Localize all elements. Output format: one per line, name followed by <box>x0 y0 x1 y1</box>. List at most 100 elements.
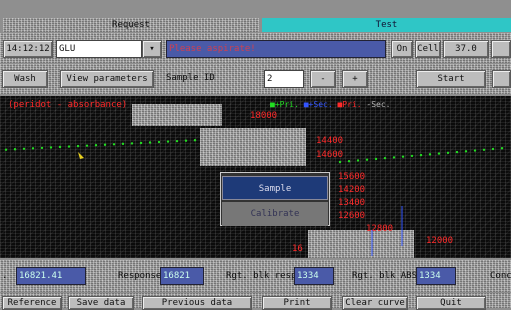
conc-label: Conc <box>490 268 511 284</box>
data-point <box>338 160 342 164</box>
data-point <box>157 140 161 144</box>
data-point <box>437 152 441 155</box>
data-point <box>193 139 197 142</box>
response-value-field: 16821 <box>160 267 204 285</box>
message-field: Please aspirate! <box>166 40 386 58</box>
wash-label: Wash <box>14 74 36 84</box>
increment-button[interactable]: + <box>342 70 368 88</box>
temperature-button[interactable] <box>491 40 511 58</box>
test-name-text: GLU <box>59 44 76 54</box>
data-point <box>67 145 71 148</box>
tab-test-label: Test <box>375 20 398 30</box>
print-label: Print <box>283 298 311 308</box>
start-label: Start <box>437 74 465 84</box>
plus-icon: + <box>352 74 358 84</box>
primary-series-points <box>4 139 504 164</box>
data-point <box>76 144 80 148</box>
tab-request[interactable]: Request <box>3 18 259 32</box>
on-button[interactable]: On <box>391 40 413 58</box>
rgt-blk-resp-label-text: Rgt. blk resp <box>226 271 297 281</box>
data-point <box>175 139 179 143</box>
minus-icon: - <box>320 74 326 84</box>
data-point <box>184 139 188 142</box>
data-point <box>22 147 26 150</box>
clear-curve-label: Clear curve <box>345 298 405 308</box>
tab-request-label: Request <box>112 20 150 30</box>
data-point <box>166 140 170 143</box>
test-dropdown-button[interactable]: ▾ <box>142 40 162 58</box>
view-parameters-label: View parameters <box>66 74 148 84</box>
data-point <box>428 153 432 156</box>
sample-id-label: Sample ID <box>166 70 226 88</box>
menu-item-calibrate-label: Calibrate <box>250 209 300 219</box>
data-point <box>401 155 405 158</box>
temperature-display: 37.0 <box>443 40 489 58</box>
chevron-down-icon: ▾ <box>149 44 155 54</box>
rgt-blk-resp-value: 1334 <box>297 271 319 281</box>
response-label: Response <box>118 268 161 284</box>
data-point <box>392 156 396 159</box>
cursor-marker-icon <box>78 152 84 159</box>
tab-test[interactable]: Test <box>262 18 511 32</box>
data-point <box>31 147 35 150</box>
conc-label-text: Conc <box>490 271 511 281</box>
absorbance-value: 16821.41 <box>19 271 63 281</box>
cell-button[interactable]: Cell <box>415 40 441 58</box>
rgt-blk-resp-field: 1334 <box>294 267 334 285</box>
data-point <box>419 153 423 157</box>
data-point <box>13 148 17 151</box>
menu-item-sample[interactable]: Sample <box>222 176 328 200</box>
reference-label: Reference <box>7 298 57 308</box>
rgt-blk-abs-field: 1334 <box>416 267 456 285</box>
rgt-blk-abs-label-text: Rgt. blk ABS <box>352 271 418 281</box>
data-point <box>446 151 450 155</box>
data-point <box>356 159 360 162</box>
data-point <box>410 154 414 158</box>
time-text: 14:12:12 <box>6 44 50 54</box>
decrement-button[interactable]: - <box>310 70 336 88</box>
wash-button[interactable]: Wash <box>2 70 48 88</box>
status-prefix: . <box>2 271 8 281</box>
test-name-field[interactable]: GLU <box>56 40 142 58</box>
data-point <box>112 143 116 146</box>
on-label: On <box>396 44 408 54</box>
absorbance-value-field: 16821.41 <box>16 267 86 285</box>
sample-id-label-text: Sample ID <box>166 73 215 83</box>
data-point <box>121 142 125 146</box>
toolbar-extra-button[interactable] <box>492 70 511 88</box>
menu-item-calibrate[interactable]: Calibrate <box>222 202 328 226</box>
data-point <box>473 149 477 152</box>
response-value: 16821 <box>163 271 191 281</box>
time-display: 14:12:12 <box>3 40 53 58</box>
data-point <box>49 146 53 149</box>
save-data-label: Save data <box>76 298 126 308</box>
data-point <box>85 144 89 147</box>
message-text: Please aspirate! <box>169 44 256 54</box>
data-point <box>383 156 387 160</box>
data-point <box>374 157 378 161</box>
data-point <box>347 160 351 163</box>
rgt-blk-abs-label: Rgt. blk ABS <box>352 268 417 284</box>
response-label-text: Response <box>118 271 162 281</box>
menu-item-sample-label: Sample <box>258 184 292 194</box>
data-point <box>365 158 369 161</box>
sample-id-value: 2 <box>267 74 273 84</box>
temperature-text: 37.0 <box>455 44 477 54</box>
rgt-blk-abs-value: 1334 <box>419 271 441 281</box>
sample-id-input[interactable]: 2 <box>264 70 304 88</box>
data-point <box>4 148 8 151</box>
data-point <box>40 146 44 150</box>
rgt-blk-resp-label: Rgt. blk resp <box>226 268 296 284</box>
quit-label: Quit <box>440 298 462 308</box>
data-point <box>94 144 98 147</box>
data-point <box>130 142 134 145</box>
data-point <box>500 147 504 150</box>
start-button[interactable]: Start <box>416 70 486 88</box>
data-point <box>491 147 495 151</box>
data-point <box>464 150 468 153</box>
view-parameters-button[interactable]: View parameters <box>60 70 154 88</box>
data-point <box>148 141 152 144</box>
data-point <box>139 141 143 145</box>
data-point <box>58 145 62 149</box>
cell-label: Cell <box>417 44 439 54</box>
